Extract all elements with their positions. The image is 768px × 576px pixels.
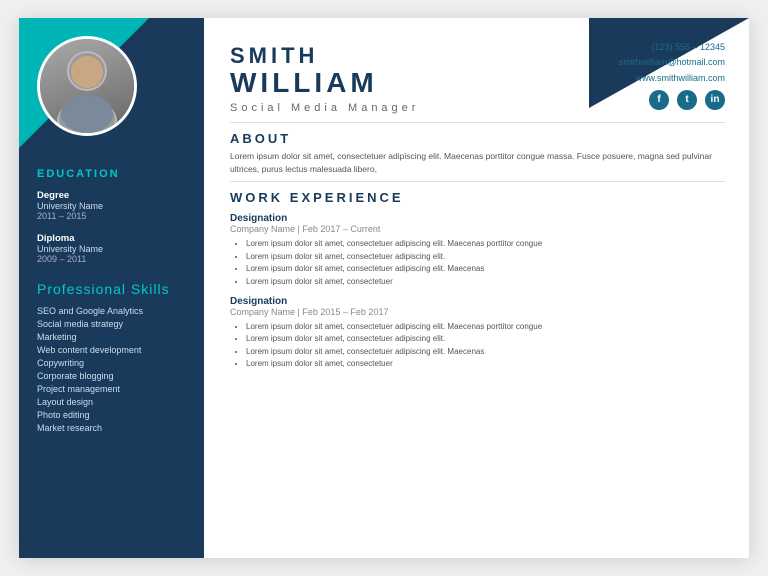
job-1: Designation Company Name | Feb 2017 – Cu… [230, 213, 725, 288]
avatar [37, 36, 137, 136]
job-1-bullet-2: Lorem ipsum dolor sit amet, consectetuer… [246, 263, 725, 275]
skill-6: Project management [37, 384, 190, 394]
skill-8: Photo editing [37, 410, 190, 420]
job-2-bullet-3: Lorem ipsum dolor sit amet, consectetuer [246, 358, 725, 370]
website: www.smithwilliam.com [619, 71, 725, 86]
job-1-bullets: Lorem ipsum dolor sit amet, consectetuer… [230, 238, 725, 288]
education-item-1: Degree University Name 2011 – 2015 [37, 190, 190, 221]
job-1-period: Feb 2017 – Current [302, 224, 380, 234]
main-content: (123) 555 – 12345 smithwilliam@hotmail.c… [204, 18, 749, 558]
twitter-icon[interactable]: t [677, 90, 697, 110]
job-1-designation: Designation [230, 213, 725, 224]
email: smithwilliam@hotmail.com [619, 55, 725, 70]
about-section: ABOUT Lorem ipsum dolor sit amet, consec… [230, 131, 725, 176]
work-experience-title: WORK EXPERIENCE [230, 190, 725, 205]
job-2-bullet-1: Lorem ipsum dolor sit amet, consectetuer… [246, 333, 725, 345]
sidebar: EDUCATION Degree University Name 2011 – … [19, 18, 204, 558]
skill-2: Marketing [37, 332, 190, 342]
edu-years-1: 2011 – 2015 [37, 211, 190, 221]
edu-university-1: University Name [37, 201, 190, 211]
education-item-2: Diploma University Name 2009 – 2011 [37, 233, 190, 264]
skill-3: Web content development [37, 345, 190, 355]
contact-info: (123) 555 – 12345 smithwilliam@hotmail.c… [619, 40, 725, 110]
job-2-company: Company Name [230, 307, 295, 317]
skill-4: Copywriting [37, 358, 190, 368]
skill-0: SEO and Google Analytics [37, 306, 190, 316]
work-experience-section: WORK EXPERIENCE Designation Company Name… [230, 190, 725, 370]
job-1-company-period: Company Name | Feb 2017 – Current [230, 224, 725, 234]
facebook-icon[interactable]: f [649, 90, 669, 110]
about-title: ABOUT [230, 131, 725, 146]
skill-5: Corporate blogging [37, 371, 190, 381]
job-2-bullets: Lorem ipsum dolor sit amet, consectetuer… [230, 321, 725, 371]
skills-list: SEO and Google Analytics Social media st… [37, 306, 190, 433]
job-2-company-period: Company Name | Feb 2015 – Feb 2017 [230, 307, 725, 317]
job-2: Designation Company Name | Feb 2015 – Fe… [230, 296, 725, 371]
job-2-period: Feb 2015 – Feb 2017 [302, 307, 388, 317]
edu-degree-2: Diploma [37, 233, 190, 244]
job-2-bullet-2: Lorem ipsum dolor sit amet, consectetuer… [246, 346, 725, 358]
skill-1: Social media strategy [37, 319, 190, 329]
job-1-bullet-0: Lorem ipsum dolor sit amet, consectetuer… [246, 238, 725, 250]
linkedin-icon[interactable]: in [705, 90, 725, 110]
phone: (123) 555 – 12345 [619, 40, 725, 55]
avatar-image [40, 39, 134, 133]
divider-1 [230, 122, 725, 123]
education-section-title: EDUCATION [37, 168, 190, 180]
job-1-bullet-3: Lorem ipsum dolor sit amet, consectetuer [246, 276, 725, 288]
job-2-designation: Designation [230, 296, 725, 307]
edu-university-2: University Name [37, 244, 190, 254]
about-text: Lorem ipsum dolor sit amet, consectetuer… [230, 150, 725, 176]
job-1-company: Company Name [230, 224, 295, 234]
edu-years-2: 2009 – 2011 [37, 254, 190, 264]
skill-7: Layout design [37, 397, 190, 407]
job-1-bullet-1: Lorem ipsum dolor sit amet, consectetuer… [246, 251, 725, 263]
skills-section-title: Professional Skills [37, 280, 190, 298]
divider-2 [230, 181, 725, 182]
social-icons: f t in [619, 90, 725, 110]
skill-9: Market research [37, 423, 190, 433]
edu-degree-1: Degree [37, 190, 190, 201]
job-2-bullet-0: Lorem ipsum dolor sit amet, consectetuer… [246, 321, 725, 333]
resume-container: EDUCATION Degree University Name 2011 – … [19, 18, 749, 558]
